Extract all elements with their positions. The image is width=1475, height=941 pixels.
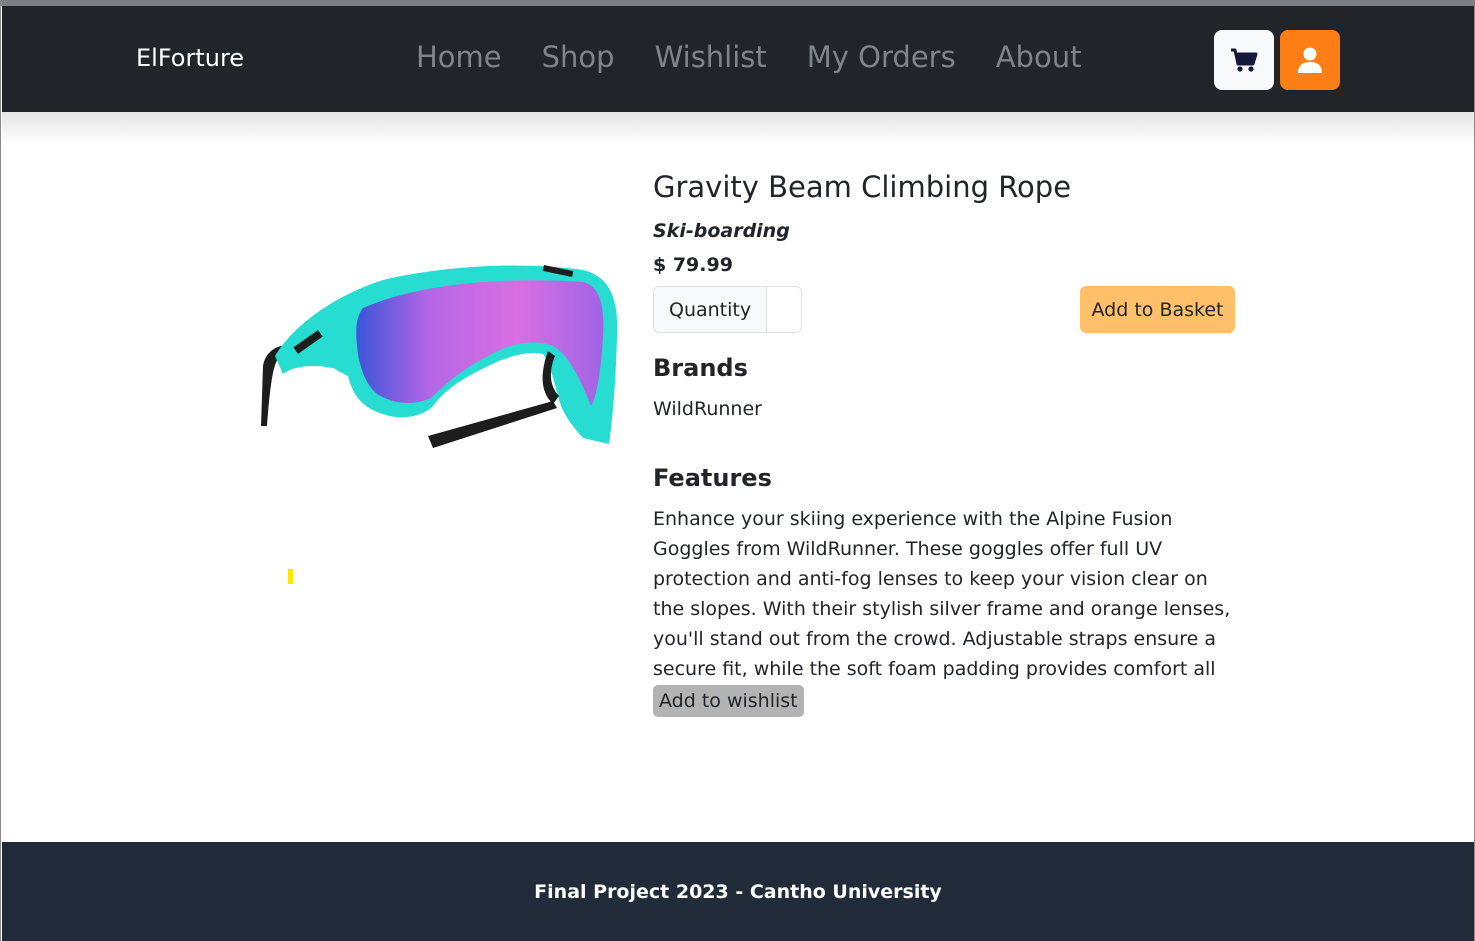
nav-link-wishlist[interactable]: Wishlist [655, 40, 767, 74]
nav-link-shop[interactable]: Shop [542, 40, 615, 74]
brand-logo[interactable]: ElForture [136, 44, 244, 72]
features-description: Enhance your skiing experience with the … [653, 508, 1231, 710]
cart-button[interactable] [1214, 30, 1274, 90]
add-to-wishlist-button[interactable]: Add to wishlist [653, 685, 804, 717]
account-button[interactable] [1280, 30, 1340, 90]
quantity-label: Quantity [653, 286, 768, 333]
nav-link-my-orders[interactable]: My Orders [807, 40, 956, 74]
decorative-mark [288, 569, 293, 584]
user-icon [1298, 47, 1322, 73]
nav-link-about[interactable]: About [996, 40, 1082, 74]
navbar: ElForture Home Shop Wishlist My Orders A… [2, 6, 1474, 112]
brand-name: WildRunner [653, 398, 762, 420]
features-heading: Features [653, 464, 772, 492]
product-price: $ 79.99 [653, 254, 733, 276]
product-title: Gravity Beam Climbing Rope [653, 170, 1072, 204]
navbar-shadow [2, 112, 1474, 146]
sunglasses-image [261, 264, 618, 448]
quantity-input[interactable] [767, 286, 803, 333]
quantity-group: Quantity [653, 286, 803, 333]
product-category: Ski-boarding [653, 220, 790, 242]
add-to-basket-button[interactable]: Add to Basket [1080, 286, 1235, 333]
footer-text: Final Project 2023 - Cantho University [534, 880, 942, 903]
nav-link-home[interactable]: Home [416, 40, 502, 74]
footer: Final Project 2023 - Cantho University [2, 842, 1474, 941]
cart-icon [1231, 48, 1258, 72]
product-image [253, 256, 623, 456]
brands-heading: Brands [653, 354, 748, 382]
nav-links: Home Shop Wishlist My Orders About [416, 40, 1081, 74]
